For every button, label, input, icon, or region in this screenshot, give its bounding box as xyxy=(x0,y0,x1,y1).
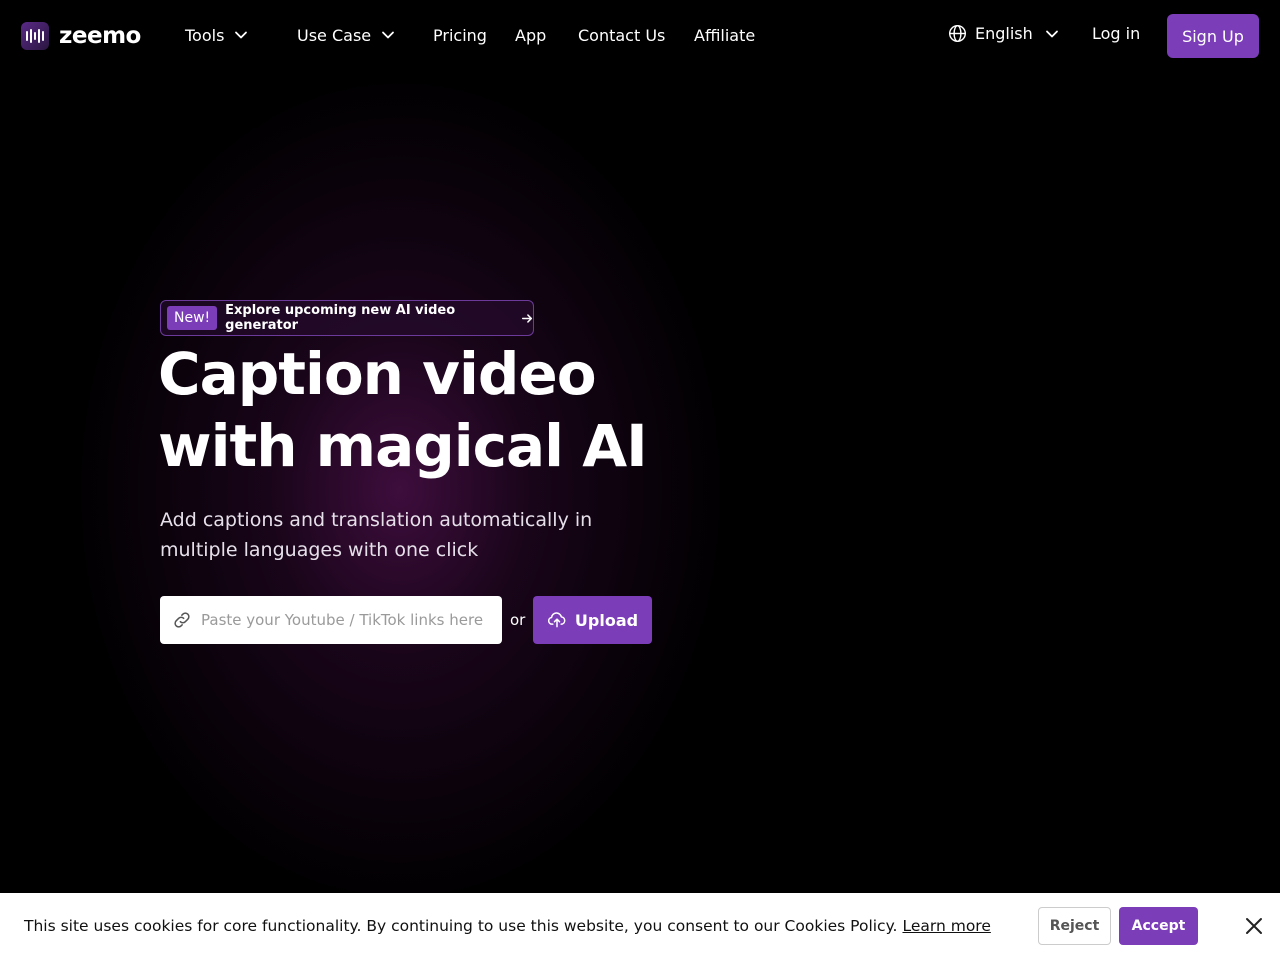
nav-item-label: Tools xyxy=(185,25,225,45)
upload-label: Upload xyxy=(574,610,639,630)
hero-subheading: Add captions and translation automatical… xyxy=(160,509,593,561)
signup-button[interactable]: Sign Up xyxy=(1167,14,1259,58)
top-navbar: zeemo Tools Use Case Pricing App Contact… xyxy=(0,0,1280,70)
nav-item-use-case[interactable]: Use Case xyxy=(297,24,395,46)
upload-button[interactable]: Upload xyxy=(533,596,652,644)
nav-item-affiliate[interactable]: Affiliate xyxy=(694,24,755,46)
nav-item-label: Use Case xyxy=(297,25,372,45)
arrow-right-icon xyxy=(521,313,533,323)
hero-headline: Caption video with magical AI xyxy=(158,338,718,482)
chevron-down-icon xyxy=(382,31,395,39)
chevron-down-icon xyxy=(1045,30,1058,37)
nav-item-label: Affiliate xyxy=(694,25,756,45)
login-link[interactable]: Log in xyxy=(1092,24,1140,43)
headline-line-1: Caption video xyxy=(158,340,597,408)
headline-line-2: with magical AI xyxy=(158,412,648,480)
brand-logo[interactable]: zeemo xyxy=(21,22,141,50)
video-link-field[interactable] xyxy=(160,596,502,644)
learn-more-link[interactable]: Learn more xyxy=(902,917,990,935)
nav-item-pricing[interactable]: Pricing xyxy=(433,24,487,46)
cloud-upload-icon xyxy=(547,612,566,628)
announcement-badge[interactable]: New! Explore upcoming new AI video gener… xyxy=(160,300,534,336)
waveform-logo-icon xyxy=(21,22,49,50)
nav-item-label: Contact Us xyxy=(578,25,666,45)
link-icon xyxy=(174,612,190,628)
globe-icon xyxy=(948,24,967,43)
language-selector[interactable]: English xyxy=(948,24,1059,43)
nav-item-label: Pricing xyxy=(433,25,487,45)
new-tag: New! xyxy=(167,306,218,330)
reject-button[interactable]: Reject xyxy=(1038,907,1111,945)
nav-item-contact-us[interactable]: Contact Us xyxy=(578,24,665,46)
nav-item-label: App xyxy=(515,25,547,45)
or-separator: or xyxy=(510,611,526,629)
brand-name: zeemo xyxy=(59,23,141,49)
video-link-input[interactable] xyxy=(201,611,491,629)
cookie-message-text: This site uses cookies for core function… xyxy=(24,917,898,935)
announcement-text: Explore upcoming new AI video generator xyxy=(225,303,456,333)
language-label: English xyxy=(975,24,1033,43)
nav-item-app[interactable]: App xyxy=(515,24,546,46)
cookie-message: This site uses cookies for core function… xyxy=(24,917,991,935)
chevron-down-icon xyxy=(235,31,248,39)
close-icon[interactable] xyxy=(1244,916,1264,936)
accept-button[interactable]: Accept xyxy=(1119,907,1198,945)
cookie-banner: This site uses cookies for core function… xyxy=(0,893,1280,960)
nav-item-tools[interactable]: Tools xyxy=(185,24,248,46)
